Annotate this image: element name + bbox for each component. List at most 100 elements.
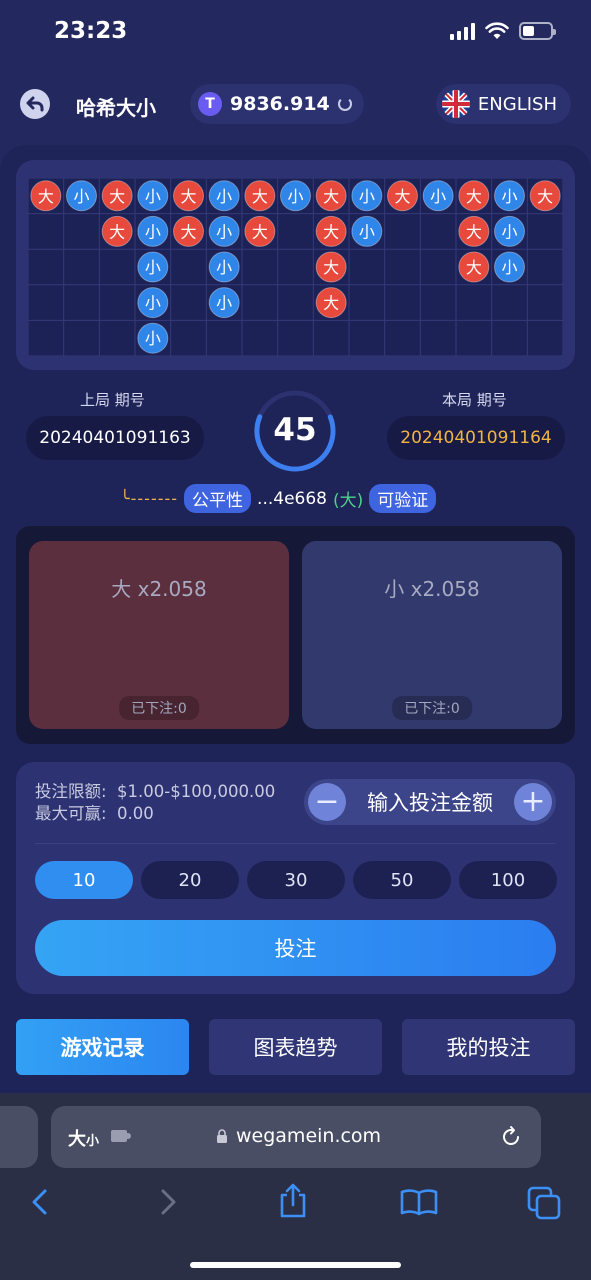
road-ball-small: 小: [494, 215, 525, 247]
road-ball-big: 大: [244, 215, 276, 247]
svg-text:大: 大: [323, 222, 339, 241]
bet-amount-stepper: − 输入投注金额 +: [304, 779, 556, 825]
forward-nav-icon[interactable]: [158, 1188, 178, 1216]
tab-my-bets[interactable]: 我的投注: [402, 1019, 575, 1075]
battery-icon: [519, 22, 556, 40]
road-ball-small: 小: [351, 180, 383, 212]
bet-small-option[interactable]: 小 x2.058 已下注:0: [302, 541, 562, 729]
bet-big-option[interactable]: 大 x2.058 已下注:0: [29, 541, 289, 729]
svg-text:大: 大: [466, 222, 482, 241]
svg-text:大: 大: [109, 222, 125, 241]
road-ball-big: 大: [458, 251, 490, 283]
fairness-row: ╰------- 公平性 ...4e668 (大) 可验证: [120, 484, 437, 513]
bet-amount-input[interactable]: 输入投注金额: [367, 787, 493, 817]
countdown-value: 45: [273, 412, 317, 448]
svg-text:小: 小: [216, 294, 232, 313]
share-icon[interactable]: [277, 1183, 309, 1219]
svg-text:小: 小: [73, 187, 89, 206]
back-arrow-icon: [26, 96, 44, 112]
road-ball-small: 小: [494, 251, 525, 283]
svg-text:大: 大: [180, 222, 196, 241]
svg-text:小: 小: [145, 329, 161, 348]
extension-icon[interactable]: [110, 1128, 132, 1144]
bet-limit-line: 投注限额: $1.00-$100,000.00: [35, 782, 276, 801]
svg-text:小: 小: [145, 187, 161, 206]
svg-text:小: 小: [287, 187, 303, 206]
road-ball-small: 小: [208, 180, 240, 212]
svg-text:小: 小: [145, 258, 161, 277]
reload-icon[interactable]: [499, 1125, 523, 1149]
chip-30[interactable]: 30: [247, 861, 345, 899]
bookmarks-icon[interactable]: [400, 1188, 438, 1216]
svg-text:大: 大: [252, 187, 268, 206]
road-ball-big: 大: [387, 180, 418, 212]
last-period-label: 上局 期号: [80, 391, 145, 409]
page-title: 哈希大小: [76, 96, 156, 120]
svg-text:小: 小: [145, 294, 161, 313]
tab-game-history[interactable]: 游戏记录: [16, 1019, 189, 1075]
road-ball-big: 大: [529, 180, 561, 212]
road-ball-small: 小: [137, 322, 169, 354]
site-name-big: 大: [68, 1129, 86, 1150]
back-nav-icon[interactable]: [30, 1188, 50, 1216]
balance-display: T 9836.914: [190, 84, 364, 124]
chip-100[interactable]: 100: [459, 861, 557, 899]
svg-text:大: 大: [109, 187, 125, 206]
road-ball-big: 大: [173, 215, 204, 247]
road-ball-small: 小: [208, 287, 240, 319]
increase-amount-button[interactable]: +: [514, 783, 552, 821]
bet-limit-info: 投注限额: $1.00-$100,000.00 最大可赢: 0.00: [35, 781, 275, 825]
svg-text:小: 小: [359, 187, 375, 206]
svg-text:小: 小: [501, 222, 517, 241]
svg-text:小: 小: [145, 222, 161, 241]
svg-text:小: 小: [359, 222, 375, 241]
fairness-badge[interactable]: 公平性: [184, 484, 252, 513]
current-period-value: 20240401091164: [387, 416, 565, 460]
refresh-balance-icon[interactable]: [337, 97, 352, 111]
tabs-icon[interactable]: [527, 1186, 561, 1220]
tab-chart-trend[interactable]: 图表趋势: [209, 1019, 382, 1075]
fairness-connector: ╰-------: [120, 489, 179, 508]
site-name: 大小: [68, 1125, 99, 1151]
big-odds-label: 大 x2.058: [111, 577, 207, 601]
chip-20[interactable]: 20: [141, 861, 239, 899]
road-ball-small: 小: [208, 251, 240, 283]
road-ball-big: 大: [30, 180, 62, 212]
uk-flag-icon: [441, 90, 470, 118]
road-ball-big: 大: [458, 180, 490, 212]
road-ball-small: 小: [422, 180, 454, 212]
road-ball-big: 大: [244, 180, 276, 212]
big-road-grid: 大小大大小小小小小大大小小小小大大小 大大大大小小大小大大大小小小大: [28, 178, 563, 356]
hash-value: ...4e668: [257, 488, 327, 509]
road-ball-big: 大: [101, 215, 133, 247]
back-button[interactable]: [20, 89, 50, 119]
road-ball-small: 小: [137, 215, 169, 247]
decrease-amount-button[interactable]: −: [308, 783, 346, 821]
svg-text:大: 大: [394, 187, 410, 206]
signal-icon: [450, 22, 475, 40]
road-ball-big: 大: [315, 287, 347, 319]
status-time: 23:23: [54, 18, 128, 44]
svg-text:大: 大: [180, 187, 196, 206]
previous-tab-preview[interactable]: [0, 1106, 38, 1168]
current-period-label: 本局 期号: [442, 391, 507, 409]
divider: [35, 843, 556, 844]
language-selector[interactable]: ENGLISH: [435, 84, 571, 124]
big-placed-amount: 已下注:0: [119, 696, 199, 720]
road-ball-big: 大: [173, 180, 204, 212]
road-ball-small: 小: [66, 180, 97, 212]
svg-text:小: 小: [430, 187, 446, 206]
road-ball-small: 小: [208, 215, 240, 247]
svg-text:大: 大: [323, 294, 339, 313]
svg-text:大: 大: [323, 258, 339, 277]
chip-50[interactable]: 50: [353, 861, 451, 899]
small-placed-amount: 已下注:0: [392, 696, 472, 720]
svg-text:小: 小: [216, 222, 232, 241]
road-ball-big: 大: [458, 215, 490, 247]
url-text: wegamein.com: [236, 1125, 382, 1147]
verify-button[interactable]: 可验证: [369, 484, 437, 513]
svg-text:大: 大: [252, 222, 268, 241]
chip-10[interactable]: 10: [35, 861, 133, 899]
road-ball-small: 小: [137, 251, 169, 283]
place-bet-button[interactable]: 投注: [35, 920, 556, 976]
